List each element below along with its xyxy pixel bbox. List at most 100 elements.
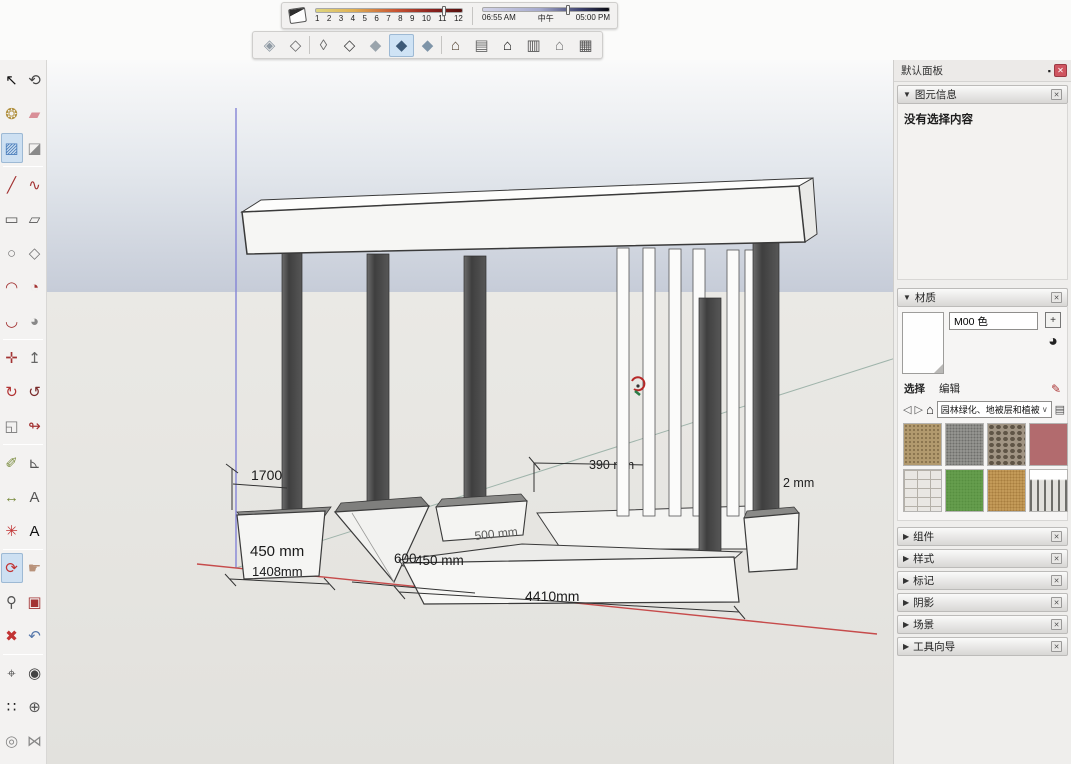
rotated-rectangle-tool-icon[interactable]: ▱ (24, 204, 46, 234)
back-view-icon[interactable]: ⌂ (547, 34, 572, 57)
rotate-tool-icon[interactable]: ↻ (1, 377, 23, 407)
clipped-tool-icon-b[interactable]: ⋈ (24, 726, 46, 756)
offset-tool-icon[interactable]: ↬ (24, 411, 46, 441)
forward-arrow-icon[interactable]: ▷ (914, 402, 922, 417)
paint-bucket-tool-icon[interactable]: ❂ (1, 99, 23, 129)
two-point-arc-tool-icon[interactable]: ◡ (1, 306, 23, 336)
plane-tool-icon[interactable]: ◪ (24, 133, 46, 163)
zoom-tool-icon[interactable]: ⚲ (1, 587, 23, 617)
shaded-with-textures-style-icon[interactable]: ◆ (389, 34, 414, 57)
axes-tool-icon[interactable]: ✳ (1, 516, 23, 546)
time-slider-track[interactable] (482, 7, 610, 12)
front-view-icon[interactable]: ⌂ (495, 34, 520, 57)
position-camera-tool-icon[interactable]: ⌖ (1, 658, 23, 688)
home-icon[interactable]: ⌂ (926, 402, 934, 417)
tray-title-bar[interactable]: 默认面板 ▪ ✕ (894, 60, 1071, 82)
section-header-样式[interactable]: ▶样式✕ (897, 549, 1068, 568)
section-close-button[interactable]: ✕ (1051, 597, 1062, 608)
move-tool-icon[interactable]: ✛ (1, 343, 23, 373)
footing-right[interactable] (744, 507, 799, 572)
text-tool-icon[interactable]: A (24, 482, 46, 512)
view-options-icon[interactable]: ▤ (1055, 402, 1065, 417)
orbit-tool-icon[interactable]: ⟳ (1, 553, 23, 583)
material-swatch-sand-ochre[interactable] (987, 469, 1026, 512)
push-pull-tool-icon[interactable]: ↥ (24, 343, 46, 373)
tape-measure-tool-icon[interactable]: ✐ (1, 448, 23, 478)
right-view-icon[interactable]: ▥ (521, 34, 546, 57)
three-point-arc-tool-icon[interactable]: ◕ (24, 306, 46, 336)
material-swatch-brick-rose[interactable] (1029, 423, 1068, 466)
shaded-style-icon[interactable]: ◆ (363, 34, 388, 57)
sample-paint-icon[interactable]: ◕ (1045, 334, 1061, 350)
polygon-tool-icon[interactable]: ◇ (24, 238, 46, 268)
entity-info-header[interactable]: ▼ 图元信息 ✕ (897, 85, 1068, 104)
target-tool-icon[interactable]: ⊕ (24, 692, 46, 722)
material-swatch-grass-green[interactable] (945, 469, 984, 512)
left-view-icon[interactable]: ▦ (573, 34, 598, 57)
section-header-标记[interactable]: ▶标记✕ (897, 571, 1068, 590)
walk-tool-icon[interactable]: ∷ (1, 692, 23, 722)
create-material-icon[interactable]: + (1045, 312, 1061, 328)
section-close-button[interactable]: ✕ (1051, 553, 1062, 564)
eyedropper-icon[interactable]: ✎ (1051, 382, 1061, 396)
iso-view-icon[interactable]: ⌂ (443, 34, 468, 57)
material-swatch-gravel-tan[interactable] (903, 423, 942, 466)
look-around-tool-icon[interactable]: ◉ (24, 658, 46, 688)
section-header-工具向导[interactable]: ▶工具向导✕ (897, 637, 1068, 656)
pin-icon[interactable]: ▪ (1048, 66, 1051, 76)
circle-tool-icon[interactable]: ○ (1, 238, 23, 268)
clipped-tool-icon-a[interactable]: ◎ (1, 726, 23, 756)
select-tool-icon[interactable]: ↖ (1, 65, 23, 95)
material-library-dropdown[interactable]: 园林绿化、地被层和植被 ∨ (937, 401, 1052, 418)
section-header-阴影[interactable]: ▶阴影✕ (897, 593, 1068, 612)
eraser-tool-icon[interactable]: ▰ (24, 99, 46, 129)
back-arrow-icon[interactable]: ◁ (903, 402, 911, 417)
section-close-button[interactable]: ✕ (1051, 619, 1062, 630)
material-preview[interactable] (902, 312, 944, 374)
tray-close-button[interactable]: ✕ (1054, 64, 1067, 77)
rectangle-tool-icon[interactable]: ▭ (1, 204, 23, 234)
materials-header[interactable]: ▼ 材质 ✕ (897, 288, 1068, 307)
materials-close-button[interactable]: ✕ (1051, 292, 1062, 303)
section-header-组件[interactable]: ▶组件✕ (897, 527, 1068, 546)
xray-style-icon[interactable]: ◈ (257, 34, 282, 57)
material-swatch-fence-white[interactable] (1029, 469, 1068, 512)
zoom-extents-tool-icon[interactable]: ✖ (1, 621, 23, 651)
back-edges-style-icon[interactable]: ◇ (283, 34, 308, 57)
zoom-window-tool-icon[interactable]: ▣ (24, 587, 46, 617)
previous-view-tool-icon[interactable]: ↶ (24, 621, 46, 651)
pie-tool-icon[interactable]: ◔ (24, 272, 46, 302)
shadow-time-slider[interactable]: 06:55 AM 中午 05:00 PM (482, 7, 610, 24)
material-name-input[interactable] (949, 312, 1038, 330)
lasso-select-tool-icon[interactable]: ⟲ (24, 65, 46, 95)
follow-me-tool-icon[interactable]: ↺ (24, 377, 46, 407)
line-tool-icon[interactable]: ╱ (1, 170, 23, 200)
section-close-button[interactable]: ✕ (1051, 641, 1062, 652)
time-slider-handle[interactable] (566, 5, 570, 15)
scale-tool-icon[interactable]: ◱ (1, 411, 23, 441)
dimension-tool-icon[interactable]: ↔ (1, 482, 23, 512)
pan-tool-icon[interactable]: ☛ (24, 553, 46, 583)
top-view-icon[interactable]: ▤ (469, 34, 494, 57)
freehand-tool-icon[interactable]: ∿ (24, 170, 46, 200)
texture-paint-tool-icon[interactable]: ▨ (1, 133, 23, 163)
protractor-tool-icon[interactable]: ⊾ (24, 448, 46, 478)
material-swatch-cobblestone[interactable] (987, 423, 1026, 466)
material-swatch-gravel-gray[interactable] (945, 423, 984, 466)
date-slider-handle[interactable] (442, 6, 446, 16)
tab-edit[interactable]: 编辑 (939, 381, 960, 397)
monochrome-style-icon[interactable]: ◆ (415, 34, 440, 57)
date-slider-track[interactable] (315, 8, 463, 13)
section-header-场景[interactable]: ▶场景✕ (897, 615, 1068, 634)
hidden-line-style-icon[interactable]: ◇ (337, 34, 362, 57)
arc-tool-icon[interactable]: ◠ (1, 272, 23, 302)
preview-resize-corner[interactable] (934, 364, 943, 373)
wireframe-style-icon[interactable]: ◊ (311, 34, 336, 57)
shadow-date-slider[interactable]: 123456789101112 (315, 8, 463, 23)
entity-info-close-button[interactable]: ✕ (1051, 89, 1062, 100)
shadow-toggle-icon[interactable] (288, 7, 307, 24)
3d-text-tool-icon[interactable]: A (24, 516, 46, 546)
material-swatch-stone-pavers[interactable] (903, 469, 942, 512)
section-close-button[interactable]: ✕ (1051, 575, 1062, 586)
section-close-button[interactable]: ✕ (1051, 531, 1062, 542)
